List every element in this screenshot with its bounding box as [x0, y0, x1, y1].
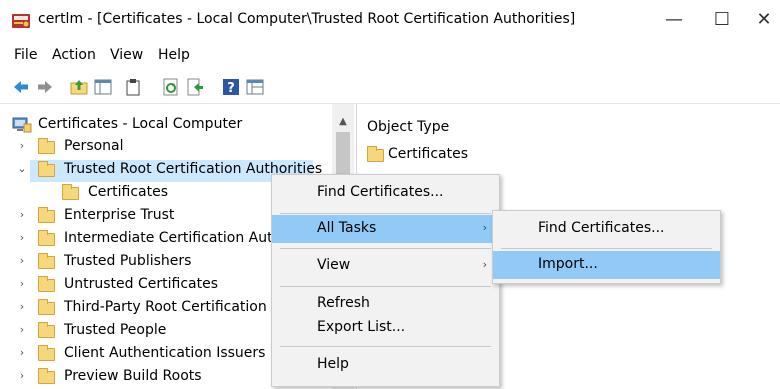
- submenu-arrow-icon: ›: [482, 258, 487, 271]
- menu-item-find-certificates[interactable]: Find Certificates...: [272, 179, 499, 207]
- clipboard-icon[interactable]: [124, 78, 142, 96]
- properties-icon[interactable]: [246, 78, 264, 96]
- tree-item-label: Untrusted Certificates: [64, 276, 218, 292]
- tree-item-label: Personal: [64, 138, 124, 154]
- chevron-right-icon[interactable]: ›: [16, 231, 28, 244]
- submenu-arrow-icon: ›: [482, 221, 487, 234]
- minimize-button[interactable]: —: [652, 4, 696, 36]
- menu-file[interactable]: File: [14, 47, 37, 63]
- export-icon[interactable]: [186, 78, 204, 96]
- context-menu: Find Certificates... All Tasks › View › …: [271, 174, 500, 387]
- menu-separator: [280, 286, 491, 287]
- menu-item-export-list[interactable]: Export List...: [272, 314, 499, 342]
- menu-separator: [280, 248, 491, 249]
- menu-view[interactable]: View: [110, 47, 143, 63]
- scroll-up-icon[interactable]: ▲: [332, 114, 354, 130]
- folder-icon: [38, 368, 55, 384]
- forward-arrow-icon[interactable]: [36, 78, 54, 96]
- folder-icon: [38, 253, 55, 269]
- tree-item-label: Client Authentication Issuers: [64, 345, 266, 361]
- tree-item-certificates[interactable]: Certificates: [30, 183, 310, 205]
- tree-root[interactable]: Certificates - Local Computer: [8, 115, 328, 137]
- menu-item-label: Help: [317, 356, 349, 372]
- toolbar: ?: [0, 72, 780, 100]
- chevron-right-icon[interactable]: ›: [16, 346, 28, 359]
- chevron-right-icon[interactable]: ›: [16, 208, 28, 221]
- menu-help[interactable]: Help: [158, 47, 190, 63]
- menu-item-label: Export List...: [317, 319, 406, 335]
- folder-icon: [38, 345, 55, 361]
- folder-icon: [38, 299, 55, 315]
- list-item-certificates[interactable]: Certificates: [388, 146, 468, 162]
- up-folder-icon[interactable]: [70, 78, 88, 96]
- menu-item-all-tasks[interactable]: All Tasks ›: [272, 215, 499, 243]
- folder-icon: [367, 146, 384, 162]
- tree-item-label: Trusted Publishers: [64, 253, 192, 269]
- refresh-icon[interactable]: [162, 78, 180, 96]
- submenu-item-import[interactable]: Import...: [493, 251, 720, 279]
- menu-separator: [280, 213, 491, 214]
- menu-item-label: Find Certificates...: [317, 184, 444, 200]
- tree-root-label: Certificates - Local Computer: [38, 116, 243, 132]
- column-header-object-type[interactable]: Object Type: [367, 119, 449, 135]
- menu-item-label: View: [317, 257, 351, 273]
- tree-item-label: Third-Party Root Certification A: [64, 299, 281, 315]
- folder-icon: [38, 322, 55, 338]
- help-icon[interactable]: ?: [222, 78, 240, 96]
- menu-item-label: Find Certificates...: [538, 220, 665, 236]
- chevron-right-icon[interactable]: ›: [16, 139, 28, 152]
- menu-bar: File Action View Help: [0, 45, 780, 67]
- tree-item-label: Trusted People: [64, 322, 167, 338]
- menu-action[interactable]: Action: [52, 47, 96, 63]
- show-hide-tree-icon[interactable]: [94, 78, 112, 96]
- chevron-right-icon[interactable]: ›: [16, 323, 28, 336]
- folder-icon: [38, 138, 55, 154]
- menu-separator: [501, 248, 712, 249]
- chevron-right-icon[interactable]: ›: [16, 254, 28, 267]
- window-title: certlm - [Certificates - Local Computer\…: [38, 11, 576, 27]
- tree-item-label: Certificates: [88, 184, 169, 200]
- svg-text:?: ?: [227, 81, 235, 96]
- menu-separator: [280, 346, 491, 347]
- chevron-right-icon[interactable]: ›: [16, 277, 28, 290]
- menu-item-label: Refresh: [317, 295, 370, 311]
- close-button[interactable]: ✕: [742, 4, 780, 36]
- chevron-down-icon[interactable]: ⌄: [16, 162, 28, 175]
- folder-icon: [38, 161, 55, 177]
- menu-item-label: Import...: [538, 256, 598, 272]
- submenu-all-tasks: Find Certificates... Import...: [492, 210, 721, 284]
- tree-item-personal[interactable]: › Personal: [8, 137, 328, 159]
- menu-item-help[interactable]: Help: [272, 351, 499, 379]
- maximize-button[interactable]: ☐: [700, 4, 744, 36]
- back-arrow-icon[interactable]: [12, 78, 30, 96]
- menu-item-view[interactable]: View ›: [272, 252, 499, 280]
- submenu-item-find-certificates[interactable]: Find Certificates...: [493, 215, 720, 243]
- tree-item-label: Enterprise Trust: [64, 207, 175, 223]
- folder-icon: [38, 207, 55, 223]
- tree-item-label: Intermediate Certification Autho: [64, 230, 291, 246]
- chevron-right-icon[interactable]: ›: [16, 300, 28, 313]
- tree-item-label: Preview Build Roots: [64, 368, 202, 384]
- certificate-app-icon: [12, 14, 30, 28]
- computer-certificates-icon: [12, 117, 32, 137]
- folder-icon: [38, 230, 55, 246]
- chevron-right-icon[interactable]: ›: [16, 369, 28, 382]
- folder-icon: [62, 184, 79, 200]
- folder-icon: [38, 276, 55, 292]
- menu-item-label: All Tasks: [317, 220, 377, 236]
